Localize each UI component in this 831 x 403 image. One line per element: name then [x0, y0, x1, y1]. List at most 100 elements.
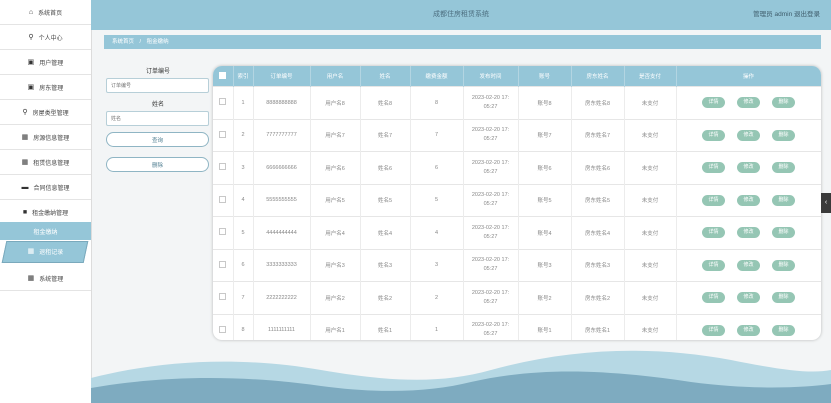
row-checkbox-cell[interactable] [213, 313, 234, 340]
user-menu[interactable]: 管理员 admin 退出登录 [753, 0, 820, 30]
row-checkbox[interactable] [219, 260, 227, 268]
cell-time-date: 2023-02-20 17: [471, 94, 510, 101]
row-checkbox[interactable] [219, 293, 227, 301]
cell-name: 姓名6 [360, 151, 411, 184]
sidebar-item-label: 租赁信息管理 [33, 160, 70, 167]
delete-button[interactable]: 删除 [772, 292, 795, 304]
folder-icon: ▣ [27, 83, 35, 91]
detail-button[interactable]: 详情 [702, 227, 725, 239]
cell-time: 2023-02-20 17: 05:27 [463, 86, 519, 119]
cell-name: 姓名5 [360, 183, 411, 217]
detail-button[interactable]: 详情 [702, 97, 725, 109]
breadcrumb-home[interactable]: 系统首页 [112, 39, 134, 45]
row-checkbox-cell[interactable] [213, 86, 234, 119]
cell-time: 2023-02-20 17: 05:27 [463, 216, 519, 249]
sidebar-group-rent[interactable]: 租金缴纳 [0, 222, 91, 241]
row-checkbox-cell[interactable] [213, 151, 234, 184]
collapse-tab[interactable]: ‹ [821, 193, 831, 213]
cell-time-clock: 05:27 [483, 136, 498, 143]
sidebar-subitem-checkout-records[interactable]: ▦ 退租记录 [0, 240, 91, 263]
delete-button[interactable]: 删除 [772, 324, 795, 336]
edit-button[interactable]: 修改 [737, 259, 760, 271]
cell-actions: 详情 修改 删除 [676, 183, 821, 217]
row-checkbox[interactable] [219, 130, 227, 138]
header-checkbox-cell[interactable] [213, 66, 234, 87]
sidebar-item-listings[interactable]: ▦ 房源信息管理 [0, 125, 91, 150]
card-icon: ▬ [21, 183, 29, 191]
column-header: 缴费金额 [410, 66, 464, 87]
row-checkbox-cell[interactable] [213, 248, 234, 282]
sidebar-item-profile[interactable]: ⚲ 个人中心 [0, 25, 91, 50]
detail-button[interactable]: 详情 [702, 194, 725, 206]
cell-name: 姓名1 [360, 313, 411, 340]
cell-paid: 未支付 [624, 281, 677, 314]
cell-landlord: 房东姓名8 [571, 86, 625, 119]
detail-button[interactable]: 详情 [702, 259, 725, 271]
cell-landlord: 房东姓名4 [571, 216, 625, 249]
cell-landlord: 房东姓名5 [571, 183, 625, 217]
edit-button[interactable]: 修改 [737, 292, 760, 304]
row-checkbox[interactable] [219, 163, 227, 171]
edit-button[interactable]: 修改 [737, 194, 760, 206]
cell-time-clock: 05:27 [483, 103, 498, 110]
delete-button[interactable]: 删除 [772, 129, 795, 141]
delete-button[interactable]: 删除 [772, 97, 795, 109]
cell-account: 账号7 [518, 118, 572, 152]
detail-button[interactable]: 详情 [702, 129, 725, 141]
cell-username: 用户名8 [310, 86, 361, 119]
decorative-waves [91, 350, 831, 403]
edit-button[interactable]: 修改 [737, 324, 760, 336]
row-checkbox-cell[interactable] [213, 216, 234, 249]
sidebar-item-landlords[interactable]: ▣ 房东管理 [0, 75, 91, 100]
cell-order: 6666666666 [253, 151, 311, 184]
cell-landlord: 房东姓名6 [571, 151, 625, 184]
edit-button[interactable]: 修改 [737, 162, 760, 174]
cell-paid: 未支付 [624, 118, 677, 152]
query-button[interactable]: 查询 [106, 132, 209, 147]
edit-button[interactable]: 修改 [737, 129, 760, 141]
edit-button[interactable]: 修改 [737, 227, 760, 239]
sidebar-item-label: 系统管理 [39, 276, 64, 283]
row-checkbox[interactable] [219, 325, 227, 333]
delete-button[interactable]: 删除 [772, 162, 795, 174]
breadcrumb: 系统首页 / 租金缴纳 [104, 35, 821, 49]
batch-delete-button[interactable]: 删除 [106, 157, 209, 172]
cell-time-date: 2023-02-20 17: [471, 322, 510, 329]
delete-button[interactable]: 删除 [772, 259, 795, 271]
row-checkbox[interactable] [219, 228, 227, 236]
cell-username: 用户名4 [310, 216, 361, 249]
name-input[interactable] [106, 111, 209, 126]
detail-button[interactable]: 详情 [702, 324, 725, 336]
select-all-checkbox[interactable] [219, 71, 227, 79]
cell-order: 1111111111 [253, 313, 311, 340]
row-checkbox-cell[interactable] [213, 183, 234, 217]
column-header: 索引 [233, 66, 254, 87]
detail-button[interactable]: 详情 [702, 292, 725, 304]
sidebar-item-label: 合同信息管理 [33, 185, 70, 192]
row-checkbox-cell[interactable] [213, 281, 234, 314]
cell-time-date: 2023-02-20 17: [471, 192, 510, 199]
cell-time-clock: 05:27 [483, 168, 498, 175]
cell-username: 用户名5 [310, 183, 361, 217]
cell-account: 账号1 [518, 313, 572, 340]
row-checkbox-cell[interactable] [213, 118, 234, 152]
cell-amount: 4 [410, 216, 464, 249]
cell-account: 账号6 [518, 151, 572, 184]
sidebar-item-leases[interactable]: ▦ 租赁信息管理 [0, 150, 91, 175]
sidebar-item-house-types[interactable]: ⚲ 房屋类型管理 [0, 100, 91, 125]
grid-icon: ▦ [21, 133, 29, 141]
order-number-input[interactable] [106, 78, 209, 93]
edit-button[interactable]: 修改 [737, 97, 760, 109]
sidebar-item-users[interactable]: ▣ 用户管理 [0, 50, 91, 75]
delete-button[interactable]: 删除 [772, 227, 795, 239]
breadcrumb-current: 租金缴纳 [146, 39, 169, 45]
cell-time-date: 2023-02-20 17: [471, 289, 510, 296]
delete-button[interactable]: 删除 [772, 194, 795, 206]
row-checkbox[interactable] [219, 98, 227, 106]
sidebar-item-home[interactable]: ⌂ 系统首页 [0, 0, 91, 25]
row-checkbox[interactable] [219, 195, 227, 203]
cell-order: 4444444444 [253, 216, 311, 249]
detail-button[interactable]: 详情 [702, 162, 725, 174]
sidebar-item-contracts[interactable]: ▬ 合同信息管理 [0, 175, 91, 200]
sidebar-item-system[interactable]: ▦ 系统管理 [0, 266, 91, 291]
